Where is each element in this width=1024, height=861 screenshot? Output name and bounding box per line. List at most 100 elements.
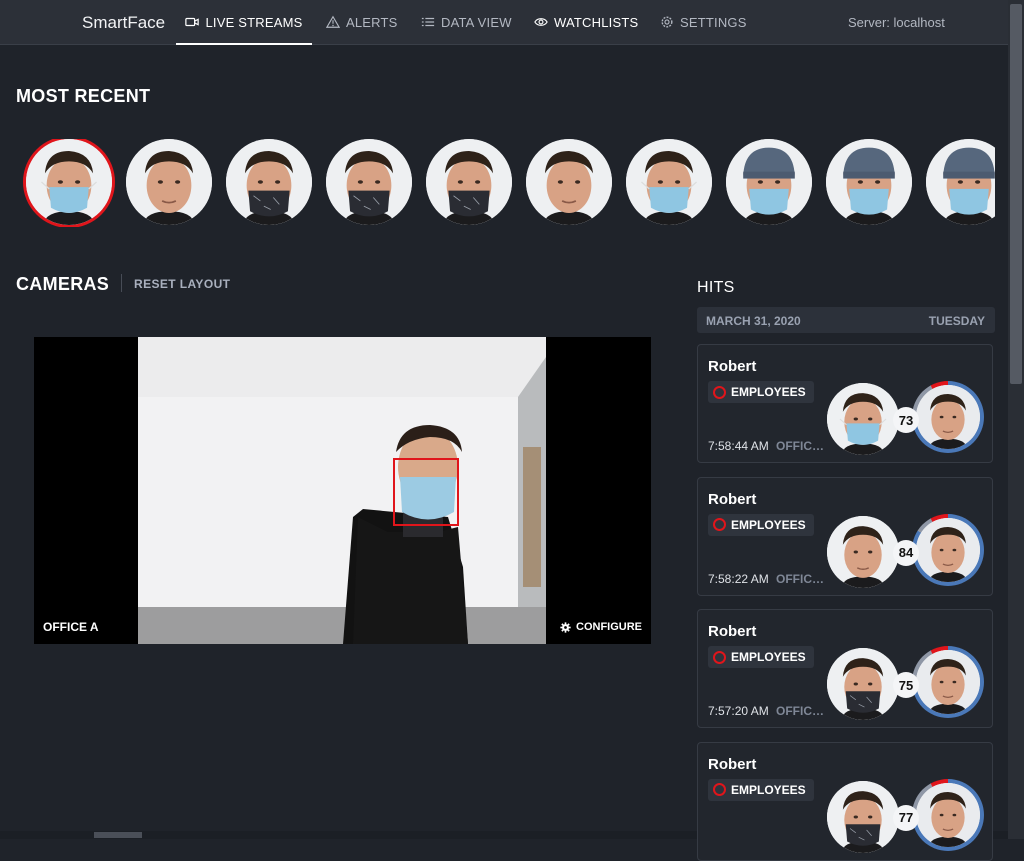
watchlist-badge: EMPLOYEES <box>708 513 814 536</box>
watchlist-color-icon <box>713 385 726 399</box>
video-camera-icon <box>185 17 200 27</box>
recent-faces-strip <box>23 139 995 227</box>
active-tab-indicator <box>176 43 312 45</box>
watchlist-badge: EMPLOYEES <box>708 646 814 668</box>
recent-face-thumbnail[interactable] <box>126 139 212 225</box>
recent-face-thumbnail[interactable] <box>526 139 612 225</box>
face-thumbnail-image <box>827 780 899 853</box>
watchlist-color-icon <box>713 518 726 531</box>
warning-icon <box>326 15 340 28</box>
recent-face-thumbnail[interactable] <box>26 139 112 225</box>
top-navigation-bar: SmartFace LIVE STREAMS ALERTS DATA VIEW … <box>0 0 1008 45</box>
tab-label: WATCHLISTS <box>554 14 639 30</box>
match-score: 77 <box>893 804 919 831</box>
face-thumbnail-image <box>916 517 980 582</box>
recent-face-thumbnail[interactable] <box>726 139 812 225</box>
hit-camera-name: OFFICE A <box>776 439 826 453</box>
detected-face-image <box>827 383 899 455</box>
scrollbar-thumb[interactable] <box>94 832 142 838</box>
recent-face-thumbnail[interactable] <box>926 139 995 225</box>
hit-camera-name: OFFICE A <box>776 704 826 718</box>
recent-face-thumbnail[interactable] <box>226 139 312 225</box>
reset-layout-button[interactable]: RESET LAYOUT <box>134 277 230 291</box>
face-thumbnail-image <box>726 139 812 225</box>
watchlist-member-photo <box>916 385 980 449</box>
detected-face-image <box>827 780 899 853</box>
hit-camera-name: OFFICE A <box>776 571 826 586</box>
configure-camera-button[interactable]: CONFIGURE <box>560 621 642 633</box>
recent-face-thumbnail[interactable] <box>826 139 912 225</box>
face-thumbnail-image <box>827 383 899 455</box>
hit-card[interactable]: Robert EMPLOYEES 7:57:20 AM OFFICE A 75 <box>697 609 993 728</box>
tab-label: LIVE STREAMS <box>205 14 303 30</box>
face-thumbnail-image <box>827 648 899 720</box>
hits-date-header: MARCH 31, 2020 TUESDAY <box>697 307 995 333</box>
tab-settings[interactable]: SETTINGS <box>660 0 747 44</box>
face-thumbnail-image <box>926 139 995 225</box>
recent-face-thumbnail[interactable] <box>626 139 712 225</box>
detected-face-image <box>827 515 899 588</box>
match-score: 84 <box>893 539 919 566</box>
gear-icon <box>661 16 673 28</box>
tab-label: SETTINGS <box>680 14 747 30</box>
face-thumbnail-image <box>916 650 980 714</box>
camera-stream-tile[interactable]: OFFICE A CONFIGURE <box>34 337 651 644</box>
face-thumbnail-image <box>526 139 612 225</box>
vertical-scrollbar[interactable] <box>1008 0 1024 839</box>
camera-feed-image <box>138 337 546 644</box>
hit-time: 7:58:22 AM <box>708 571 769 586</box>
hit-person-name: Robert <box>708 490 757 508</box>
eye-icon <box>534 18 548 26</box>
match-score-ring <box>912 646 984 718</box>
watchlist-member-photo <box>916 650 980 714</box>
hit-card[interactable]: Robert EMPLOYEES 7:58:22 AM OFFICE A 84 <box>697 476 993 596</box>
hit-card[interactable]: Robert EMPLOYEES 77 <box>697 741 993 861</box>
camera-name: OFFICE A <box>43 620 99 634</box>
watchlist-badge: EMPLOYEES <box>708 778 814 801</box>
gear-icon <box>560 621 571 633</box>
hits-date: MARCH 31, 2020 <box>706 314 801 328</box>
face-thumbnail-image <box>827 515 899 588</box>
watchlist-name: EMPLOYEES <box>731 782 806 797</box>
cameras-heading: CAMERAS <box>16 274 110 294</box>
server-status: Server: localhost <box>848 15 945 30</box>
face-thumbnail-image <box>826 139 912 225</box>
detected-face-image <box>827 648 899 720</box>
hit-person-name: Robert <box>708 755 757 773</box>
hits-weekday: TUESDAY <box>928 314 985 328</box>
face-thumbnail-image <box>226 139 312 225</box>
face-thumbnail-image <box>916 385 980 449</box>
face-thumbnail-image <box>426 139 512 225</box>
hit-person-name: Robert <box>708 358 757 375</box>
face-thumbnail-image <box>326 139 412 225</box>
face-thumbnail-image <box>626 139 712 225</box>
hits-heading: HITS <box>697 279 735 296</box>
tab-alerts[interactable]: ALERTS <box>326 0 398 44</box>
watchlist-color-icon <box>713 650 726 664</box>
match-score: 73 <box>893 407 919 433</box>
tab-watchlists[interactable]: WATCHLISTS <box>534 0 638 44</box>
tab-label: DATA VIEW <box>441 14 512 30</box>
face-thumbnail-image <box>26 139 112 225</box>
match-score-ring <box>912 513 984 586</box>
hit-card[interactable]: Robert EMPLOYEES 7:58:44 AM OFFICE A 73 <box>697 344 993 463</box>
recent-face-thumbnail[interactable] <box>426 139 512 225</box>
watchlist-badge: EMPLOYEES <box>708 381 814 403</box>
watchlist-member-photo <box>916 782 980 847</box>
match-score: 75 <box>893 672 919 698</box>
scrollbar-thumb[interactable] <box>1010 4 1022 384</box>
face-thumbnail-image <box>916 782 980 847</box>
hit-time: 7:57:20 AM <box>708 704 769 718</box>
app-brand[interactable]: SmartFace <box>82 13 165 33</box>
tab-data-view[interactable]: DATA VIEW <box>421 0 512 44</box>
tab-live-streams[interactable]: LIVE STREAMS <box>176 0 312 45</box>
divider <box>121 274 122 292</box>
most-recent-heading: MOST RECENT <box>16 86 151 106</box>
list-icon <box>421 17 435 27</box>
watchlist-member-photo <box>916 517 980 582</box>
watchlist-name: EMPLOYEES <box>731 517 806 532</box>
configure-label: CONFIGURE <box>576 621 642 633</box>
match-score-ring <box>912 778 984 851</box>
recent-face-thumbnail[interactable] <box>326 139 412 225</box>
tab-label: ALERTS <box>346 14 398 30</box>
